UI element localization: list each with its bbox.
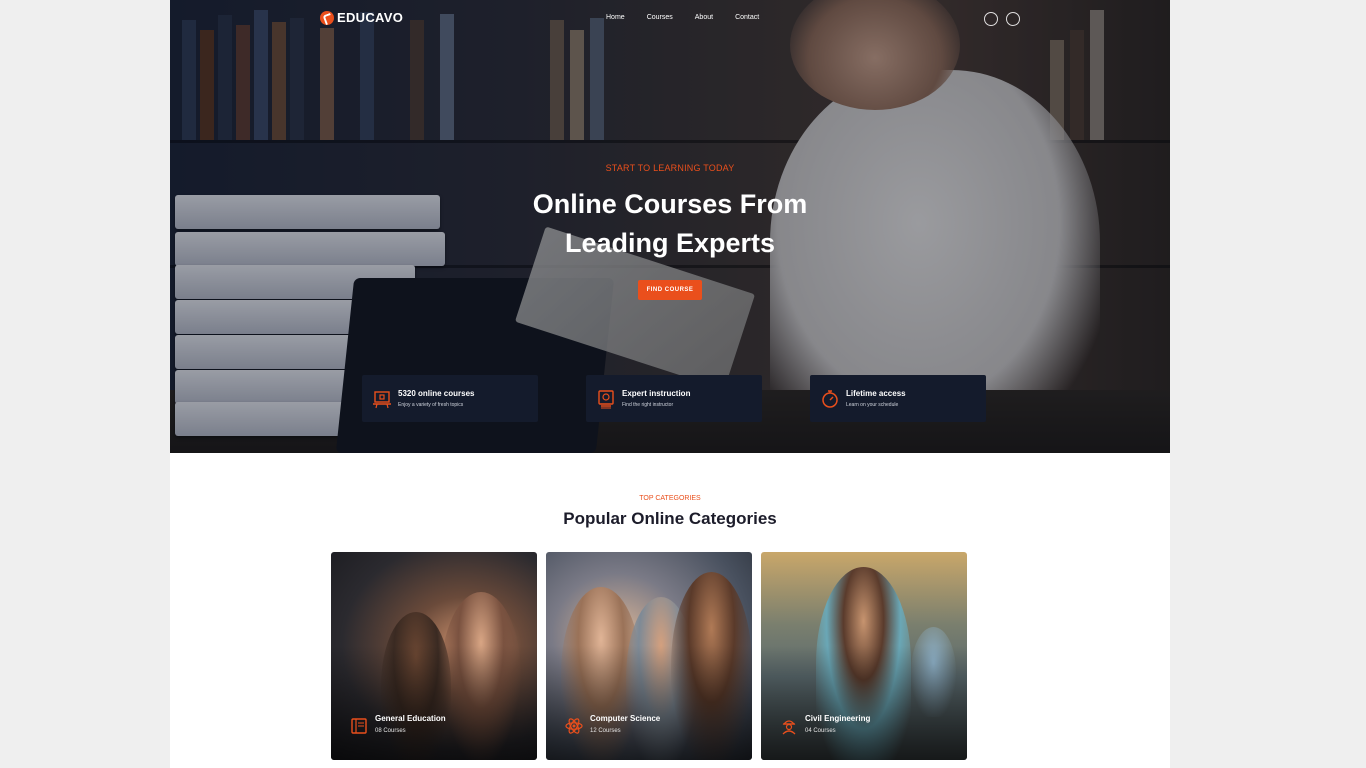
logo-text: EDUCAVO: [337, 10, 404, 25]
category-count: 12 Courses: [590, 728, 621, 734]
logo-icon: [320, 10, 334, 25]
hero-content: START TO LEARNING TODAY Online Courses F…: [170, 163, 1170, 300]
category-cards: General Education 08 Courses Computer Sc…: [331, 552, 967, 760]
feature-card: Lifetime access Learn on your schedule: [810, 375, 986, 422]
atom-icon: [565, 718, 583, 734]
feature-card: 5320 online courses Enjoy a variety of f…: [362, 375, 538, 422]
categories-title: Popular Online Categories: [563, 509, 777, 528]
nav-link-about[interactable]: About: [695, 14, 713, 21]
category-count: 08 Courses: [375, 728, 406, 734]
categories-header: TOP CATEGORIES Popular Online Categories: [170, 495, 1170, 529]
hero-title: Online Courses From Leading Experts: [170, 185, 1170, 263]
hero-eyebrow: START TO LEARNING TODAY: [605, 163, 735, 173]
book-icon: [351, 718, 367, 734]
feature-card: Expert instruction Find the right instru…: [586, 375, 762, 422]
category-card-civil-engineering[interactable]: Civil Engineering 04 Courses: [761, 552, 967, 760]
top-nav: EDUCAVO Home Courses About Contact: [170, 0, 1170, 38]
user-icon[interactable]: [1006, 12, 1020, 26]
category-card-general-education[interactable]: General Education 08 Courses: [331, 552, 537, 760]
category-count: 04 Courses: [805, 728, 836, 734]
category-card-computer-science[interactable]: Computer Science 12 Courses: [546, 552, 752, 760]
nav-link-home[interactable]: Home: [606, 14, 625, 21]
category-title: Civil Engineering: [805, 714, 871, 723]
nav-links: Home Courses About Contact: [606, 14, 781, 21]
search-icon[interactable]: [984, 12, 998, 26]
feature-strip: 5320 online courses Enjoy a variety of f…: [362, 375, 986, 422]
logo[interactable]: EDUCAVO: [320, 10, 403, 25]
hero-title-line2: Leading Experts: [564, 228, 776, 258]
feature-subtitle: Enjoy a variety of fresh topics: [398, 402, 464, 408]
categories-eyebrow: TOP CATEGORIES: [639, 495, 701, 502]
nav-icons: [984, 12, 1020, 26]
feature-subtitle: Learn on your schedule: [846, 402, 899, 408]
stopwatch-icon: [822, 389, 838, 408]
nav-link-courses[interactable]: Courses: [647, 14, 673, 21]
find-course-button[interactable]: FIND COURSE: [638, 280, 702, 300]
engineer-icon: [782, 720, 796, 735]
feature-title: Lifetime access: [846, 389, 906, 398]
feature-title: 5320 online courses: [398, 389, 475, 398]
page: EDUCAVO Home Courses About Contact START…: [170, 0, 1170, 768]
hero-title-line1: Online Courses From: [532, 189, 808, 219]
online-course-icon: [373, 390, 391, 408]
expert-certificate-icon: [598, 389, 614, 408]
feature-subtitle: Find the right instructor: [622, 402, 674, 408]
feature-title: Expert instruction: [622, 389, 691, 398]
nav-link-contact[interactable]: Contact: [735, 14, 759, 21]
hero-section: EDUCAVO Home Courses About Contact START…: [170, 0, 1170, 453]
category-title: Computer Science: [590, 714, 661, 723]
category-title: General Education: [375, 714, 446, 723]
